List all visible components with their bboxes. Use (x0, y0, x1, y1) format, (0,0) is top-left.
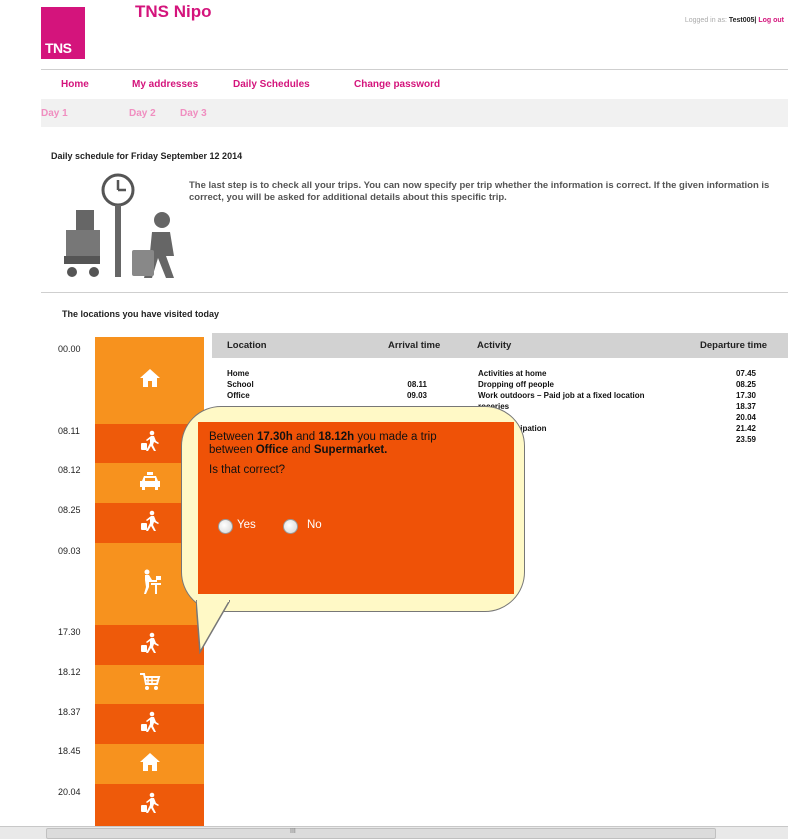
tab-day-2[interactable]: Day 2 (129, 108, 156, 119)
trip-confirmation-panel: Between 17.30h and 18.12h you made a tri… (198, 422, 514, 594)
table-cell-departure: 07.45 (735, 369, 756, 378)
timeline-segment[interactable] (95, 625, 204, 665)
timeline-time-label: 08.11 (58, 426, 80, 436)
col-activity: Activity (477, 340, 512, 351)
table-cell-departure: 23.59 (735, 435, 756, 444)
home-icon (139, 752, 161, 777)
taxi-icon (139, 471, 161, 496)
trip-line-2: between Office and Supermarket. (209, 444, 388, 456)
yes-radio[interactable] (218, 519, 233, 534)
office-work-icon (137, 568, 163, 601)
nav-my-addresses[interactable]: My addresses (132, 79, 198, 90)
walking-icon (139, 632, 161, 659)
login-separator: | (754, 17, 757, 24)
trip-destination: Supermarket. (313, 444, 388, 456)
no-label[interactable]: No (307, 519, 322, 531)
table-cell-location: Office (227, 391, 250, 400)
timeline-segment[interactable] (95, 784, 204, 826)
no-radio[interactable] (283, 519, 298, 534)
site-title: TNS Nipo (135, 2, 212, 21)
timeline-time-label: 17.30 (58, 627, 81, 637)
timeline-segment[interactable] (95, 744, 204, 784)
trip-end-time: 18.12h (318, 431, 355, 443)
table-cell-departure: 08.25 (735, 380, 756, 389)
table-cell-departure: 17.30 (735, 391, 756, 400)
timeline-segment[interactable] (95, 337, 204, 424)
table-cell-arrival: 09.03 (406, 391, 427, 400)
locations-heading: The locations you have visited today (62, 309, 220, 319)
table-cell-activity: Activities at home (478, 369, 547, 378)
col-location: Location (227, 340, 267, 351)
nav-home[interactable]: Home (61, 79, 89, 90)
login-status: Logged in as: Test005| Log out (685, 17, 784, 24)
section-divider (41, 292, 788, 293)
bubble-tail (196, 600, 230, 654)
trip-question: Is that correct? (209, 464, 286, 476)
timeline-time-label: 08.25 (58, 505, 81, 515)
trip-line-1: Between 17.30h and 18.12h you made a tri… (209, 431, 437, 443)
table-cell-location: Home (227, 369, 250, 378)
timeline-time-label: 20.04 (58, 787, 81, 797)
table-cell-activity: Work outdoors – Paid job at a fixed loca… (478, 391, 645, 400)
travel-illustration (64, 173, 174, 278)
logout-link[interactable]: Log out (758, 17, 784, 24)
timeline-segment[interactable] (95, 665, 204, 704)
table-cell-location: School (227, 380, 254, 389)
walking-icon (139, 510, 161, 537)
tab-day-3[interactable]: Day 3 (180, 108, 207, 119)
shopping-cart-icon (139, 672, 161, 697)
trip-origin: Office (255, 444, 289, 456)
schedule-table-header: Location Arrival time Activity Departure… (212, 333, 788, 358)
username: Test005 (728, 17, 755, 24)
timeline-time-label: 18.37 (58, 707, 81, 717)
walking-icon (139, 792, 161, 819)
col-arrival-time: Arrival time (388, 340, 441, 351)
table-cell-departure: 18.37 (735, 402, 756, 411)
header-divider (41, 69, 788, 70)
col-departure-time: Departure time (700, 340, 768, 351)
table-cell-activity: Dropping off people (478, 380, 554, 389)
timeline-segment[interactable] (95, 704, 204, 744)
timeline-time-label: 09.03 (58, 546, 81, 556)
trip-start-time: 17.30h (256, 431, 293, 443)
walking-icon (139, 430, 161, 457)
intro-text: The last step is to check all your trips… (189, 180, 770, 203)
scrollbar-thumb[interactable] (46, 828, 716, 839)
timeline-time-label: 08.12 (58, 465, 81, 475)
login-prefix: Logged in as: (684, 17, 727, 24)
table-cell-arrival: 08.11 (407, 380, 427, 389)
scrollbar-grip: III (290, 828, 296, 835)
tns-logo: TNS (41, 7, 85, 59)
main-nav: Home My addresses Daily Schedules Change… (41, 71, 788, 97)
page-title: Daily schedule for Friday September 12 2… (51, 151, 243, 161)
table-cell-departure: 20.04 (735, 413, 756, 422)
tab-day-1[interactable]: Day 1 (41, 108, 68, 119)
nav-daily-schedules[interactable]: Daily Schedules (233, 79, 310, 90)
day-tabs: Day 1 Day 2 Day 3 (41, 99, 788, 127)
timeline-time-label: 18.12 (58, 667, 81, 677)
walking-icon (139, 711, 161, 738)
timeline-time-label: 00.00 (58, 344, 81, 354)
home-icon (139, 368, 161, 393)
yes-label[interactable]: Yes (237, 519, 256, 531)
table-cell-departure: 21.42 (735, 424, 756, 433)
timeline-time-label: 18.45 (58, 746, 81, 756)
nav-change-password[interactable]: Change password (354, 79, 440, 90)
logo-text: TNS (45, 40, 72, 56)
